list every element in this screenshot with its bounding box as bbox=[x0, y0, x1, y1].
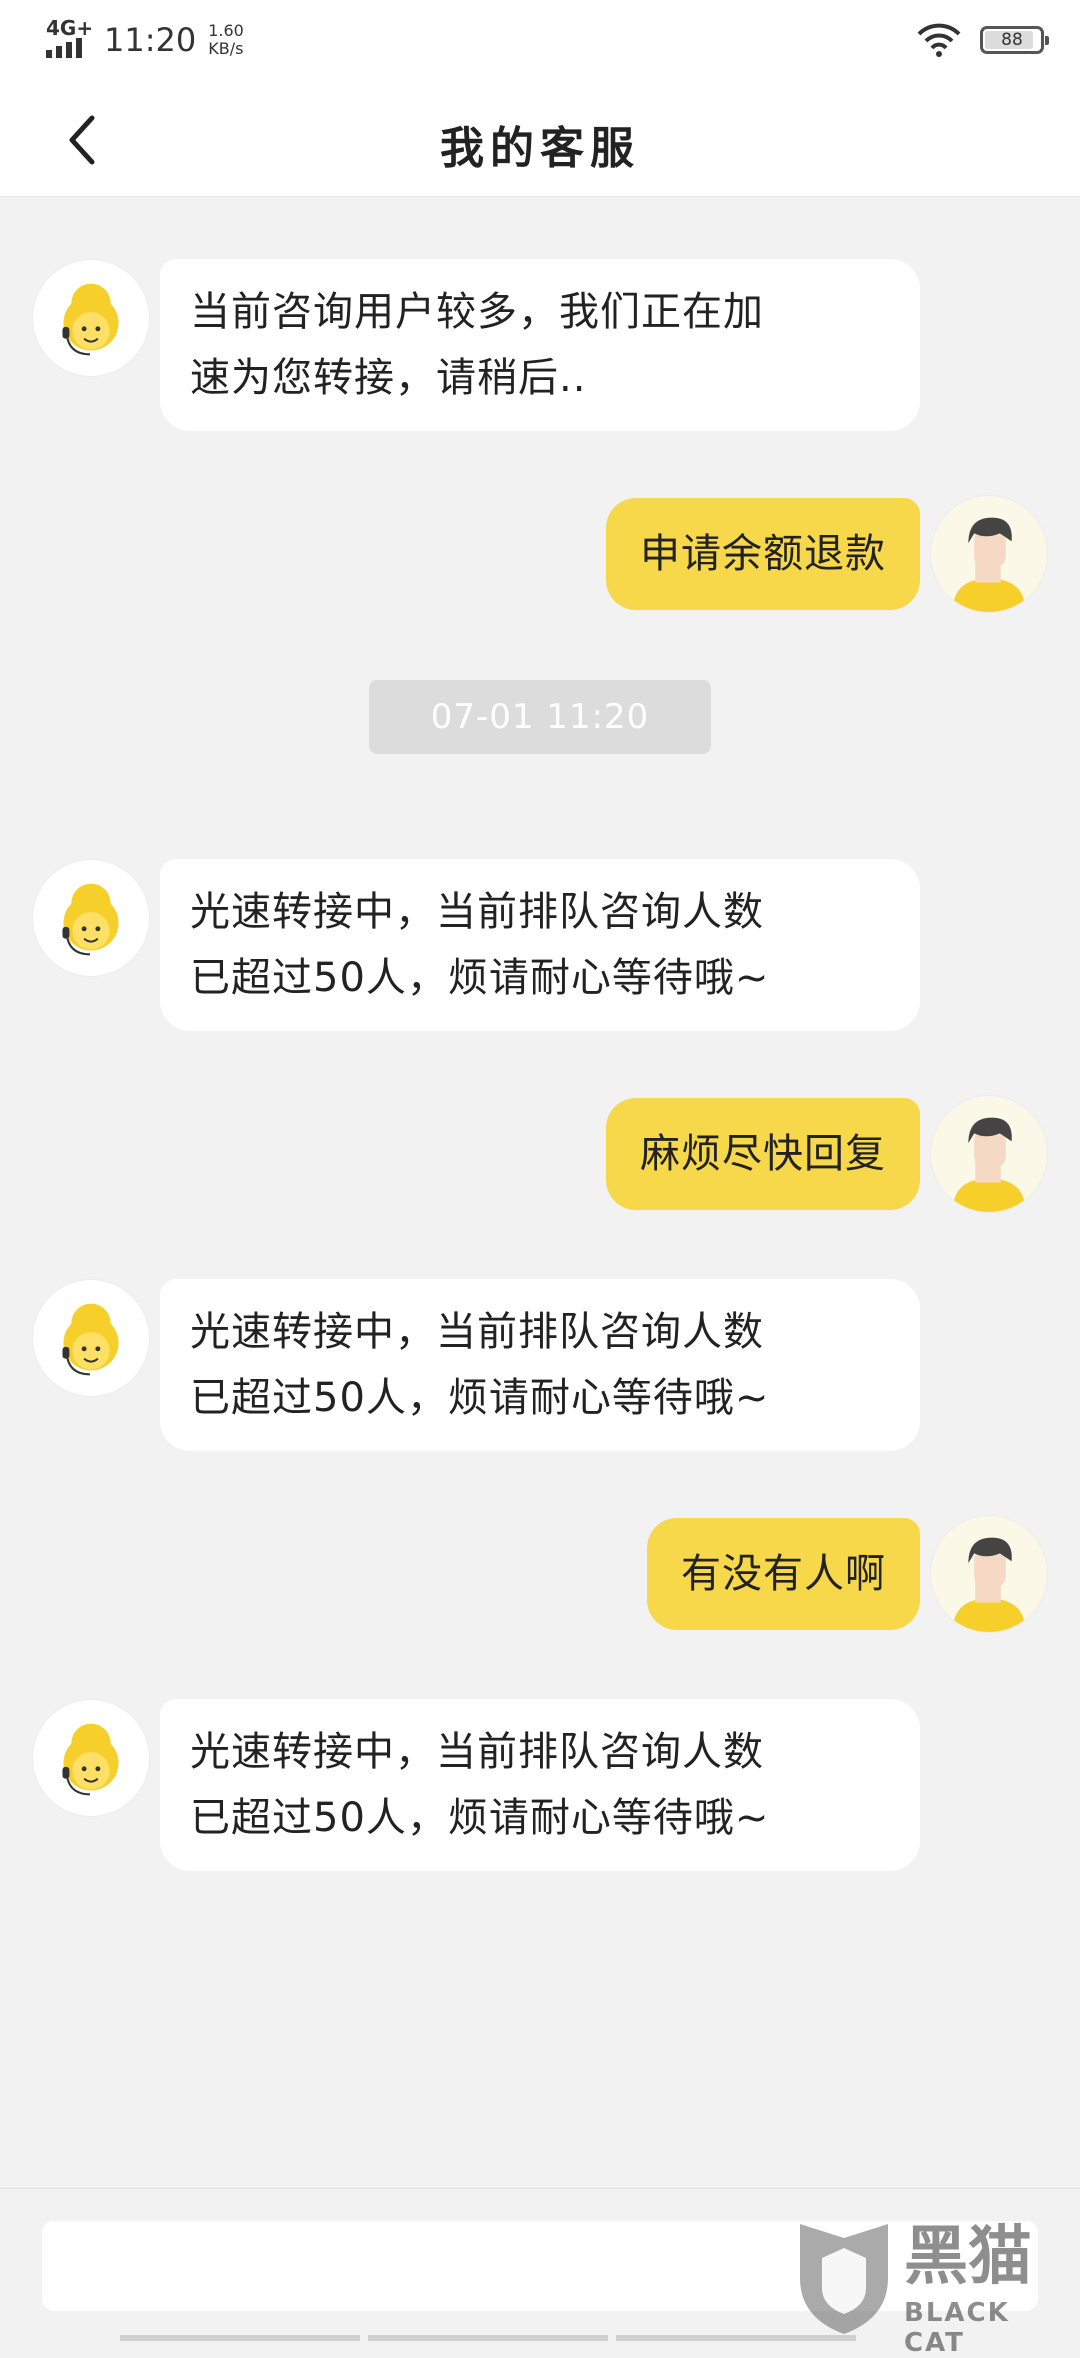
customer-service-agent-icon bbox=[32, 1279, 150, 1397]
agent-message-bubble: 当前咨询用户较多，我们正在加 速为您转接，请稍后.. bbox=[160, 259, 920, 431]
battery-icon: 88 bbox=[980, 26, 1049, 54]
message-line: 速为您转接，请稍后.. bbox=[190, 355, 587, 401]
message-line: 已超过50人，烦请耐心等待哦~ bbox=[190, 1375, 770, 1421]
user-message-bubble: 有没有人啊 bbox=[647, 1518, 920, 1630]
message-line: 已超过50人，烦请耐心等待哦~ bbox=[190, 955, 770, 1001]
status-time: 11:20 bbox=[104, 21, 197, 59]
timestamp: 07-01 11:20 bbox=[369, 680, 711, 754]
status-right: 88 bbox=[916, 22, 1049, 58]
user-message-bubble: 申请余额退款 bbox=[606, 498, 920, 610]
network-speed-unit: KB/s bbox=[208, 39, 244, 58]
message-line: 当前咨询用户较多，我们正在加 bbox=[190, 289, 764, 335]
signal-icon: 4G+ bbox=[46, 16, 94, 58]
header: 我的客服 bbox=[0, 84, 1080, 197]
message-line: 光速转接中，当前排队咨询人数 bbox=[190, 889, 764, 935]
status-bar: 4G+ 11:20 1.60 KB/s 88 bbox=[0, 0, 1080, 84]
battery-level: 88 bbox=[1001, 30, 1023, 50]
customer-service-agent-icon bbox=[32, 859, 150, 977]
agent-message-bubble: 光速转接中，当前排队咨询人数 已超过50人，烦请耐心等待哦~ bbox=[160, 1279, 920, 1451]
wifi-icon bbox=[917, 23, 961, 57]
black-cat-logo-icon bbox=[800, 2224, 888, 2334]
message-line: 已超过50人，烦请耐心等待哦~ bbox=[190, 1795, 770, 1841]
user-avatar-icon bbox=[930, 495, 1048, 613]
network-speed-value: 1.60 bbox=[208, 21, 244, 40]
user-avatar-icon bbox=[930, 1515, 1048, 1633]
message-line: 光速转接中，当前排队咨询人数 bbox=[190, 1729, 764, 1775]
watermark-text: 黑猫 bbox=[904, 2220, 1032, 2294]
message-line: 光速转接中，当前排队咨询人数 bbox=[190, 1309, 764, 1355]
watermark-subtext: BLACK CAT bbox=[904, 2298, 1010, 2358]
agent-message-bubble: 光速转接中，当前排队咨询人数 已超过50人，烦请耐心等待哦~ bbox=[160, 859, 920, 1031]
user-avatar-icon bbox=[930, 1095, 1048, 1213]
bottom-handles bbox=[120, 2335, 856, 2341]
status-left: 4G+ 11:20 1.60 KB/s bbox=[46, 18, 244, 62]
network-speed: 1.60 KB/s bbox=[208, 22, 244, 58]
user-message-bubble: 麻烦尽快回复 bbox=[606, 1098, 920, 1210]
watermark: 黑猫 BLACK CAT bbox=[792, 2218, 1072, 2358]
customer-service-agent-icon bbox=[32, 259, 150, 377]
network-type: 4G+ bbox=[46, 16, 94, 40]
customer-service-agent-icon bbox=[32, 1699, 150, 1817]
page-title: 我的客服 bbox=[440, 123, 640, 174]
agent-message-bubble: 光速转接中，当前排队咨询人数 已超过50人，烦请耐心等待哦~ bbox=[160, 1699, 920, 1871]
